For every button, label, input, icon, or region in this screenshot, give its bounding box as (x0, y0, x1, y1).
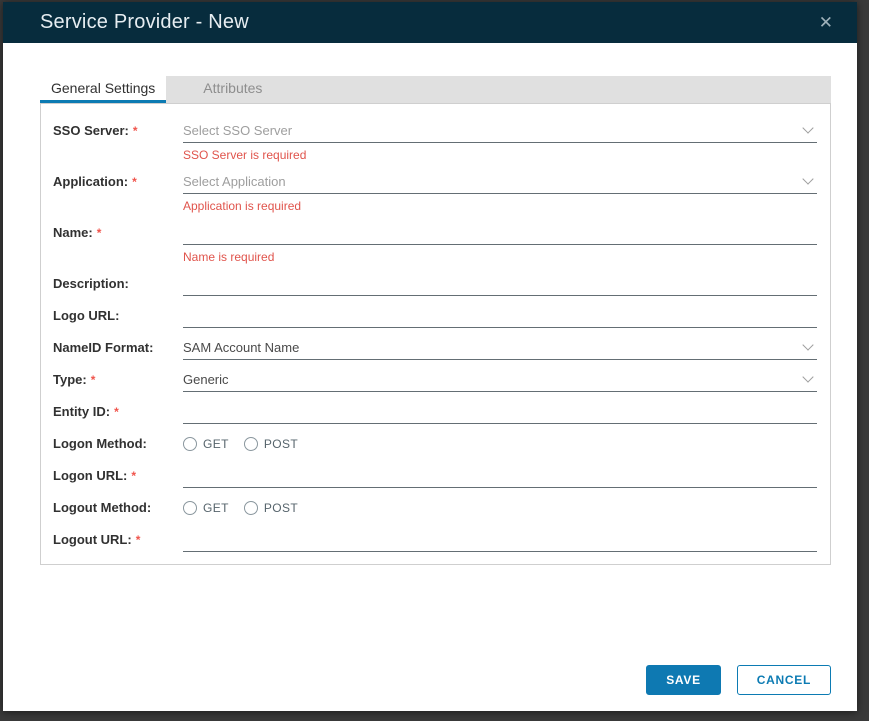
field-label: Logon URL:* (53, 466, 183, 488)
radio-circle-icon (244, 501, 258, 515)
close-icon[interactable]: ✕ (815, 12, 837, 33)
required-asterisk: * (97, 226, 102, 240)
radio-circle-icon (183, 501, 197, 515)
required-asterisk: * (131, 469, 136, 483)
logout-method-radio-group: GET POST (183, 498, 817, 520)
tab-label: Attributes (203, 80, 262, 96)
logon-url-field-underline (183, 466, 817, 488)
logo-url-input[interactable] (183, 306, 817, 324)
field-error: Name is required (183, 245, 817, 264)
type-select[interactable]: Generic (183, 370, 817, 392)
cancel-button[interactable]: CANCEL (737, 665, 831, 695)
field-row-logon-method: Logon Method: GET POST (53, 424, 817, 456)
modal-title: Service Provider - New (40, 11, 815, 34)
field-label: Application:* (53, 172, 183, 194)
radio-label: POST (264, 501, 298, 515)
field-label: Logon Method: (53, 434, 183, 456)
name-field-underline (183, 223, 817, 245)
field-label: Logo URL: (53, 306, 183, 328)
logon-method-radio-get[interactable]: GET (183, 437, 229, 451)
tab-bar: General Settings Attributes (40, 76, 831, 103)
logout-url-field-underline (183, 530, 817, 552)
field-row-type: Type:*Generic (53, 360, 817, 392)
select-value: SAM Account Name (183, 340, 796, 355)
form-panel: SSO Server:*Select SSO Server SSO Server … (40, 103, 831, 565)
radio-circle-icon (183, 437, 197, 451)
field-row-sso-server: SSO Server:*Select SSO Server SSO Server … (53, 111, 817, 162)
chevron-down-icon (802, 173, 813, 184)
chevron-down-icon (802, 371, 813, 382)
logon-method-radio-group: GET POST (183, 434, 817, 456)
nameid-format-select[interactable]: SAM Account Name (183, 338, 817, 360)
name-input[interactable] (183, 223, 817, 241)
sso-server-select[interactable]: Select SSO Server (183, 121, 817, 143)
application-select[interactable]: Select Application (183, 172, 817, 194)
chevron-down-icon (802, 122, 813, 133)
field-label: Type:* (53, 370, 183, 392)
field-label: Logout URL:* (53, 530, 183, 552)
field-label: SSO Server:* (53, 121, 183, 143)
field-label: Name:* (53, 223, 183, 245)
field-row-application: Application:*Select Application Applicati… (53, 162, 817, 213)
field-label: Logout Method: (53, 498, 183, 520)
field-row-entity-id: Entity ID:* (53, 392, 817, 424)
field-row-nameid-format: NameID Format:SAM Account Name (53, 328, 817, 360)
field-label: Description: (53, 274, 183, 296)
field-error: Application is required (183, 194, 817, 213)
logout-method-radio-get[interactable]: GET (183, 501, 229, 515)
description-field-underline (183, 274, 817, 296)
tab-label: General Settings (51, 80, 155, 96)
field-row-logout-method: Logout Method: GET POST (53, 488, 817, 520)
logo-url-field-underline (183, 306, 817, 328)
select-value: Generic (183, 372, 796, 387)
entity-id-input[interactable] (183, 402, 817, 420)
description-input[interactable] (183, 274, 817, 292)
select-value: Select SSO Server (183, 123, 796, 138)
required-asterisk: * (91, 373, 96, 387)
select-value: Select Application (183, 174, 796, 189)
radio-label: GET (203, 501, 229, 515)
radio-circle-icon (244, 437, 258, 451)
logon-url-input[interactable] (183, 466, 817, 484)
radio-label: GET (203, 437, 229, 451)
required-asterisk: * (114, 405, 119, 419)
modal-body: General Settings Attributes SSO Server:*… (3, 43, 857, 711)
field-row-logo-url: Logo URL: (53, 296, 817, 328)
chevron-down-icon (802, 339, 813, 350)
field-row-name: Name:*Name is required (53, 213, 817, 264)
required-asterisk: * (132, 175, 137, 189)
field-row-logon-url: Logon URL:* (53, 456, 817, 488)
entity-id-field-underline (183, 402, 817, 424)
tab-general-settings[interactable]: General Settings (40, 76, 166, 103)
field-label: NameID Format: (53, 338, 183, 360)
save-button[interactable]: SAVE (646, 665, 721, 695)
field-row-description: Description: (53, 264, 817, 296)
logout-method-radio-post[interactable]: POST (244, 501, 298, 515)
modal-dialog: Service Provider - New ✕ General Setting… (3, 2, 857, 711)
logon-method-radio-post[interactable]: POST (244, 437, 298, 451)
tab-attributes[interactable]: Attributes (192, 76, 273, 103)
field-error: SSO Server is required (183, 143, 817, 162)
required-asterisk: * (136, 533, 141, 547)
radio-label: POST (264, 437, 298, 451)
field-row-logout-url: Logout URL:* (53, 520, 817, 552)
field-label: Entity ID:* (53, 402, 183, 424)
required-asterisk: * (133, 124, 138, 138)
footer-actions: SAVE CANCEL (646, 665, 831, 695)
logout-url-input[interactable] (183, 530, 817, 548)
modal-header: Service Provider - New ✕ (3, 2, 857, 43)
